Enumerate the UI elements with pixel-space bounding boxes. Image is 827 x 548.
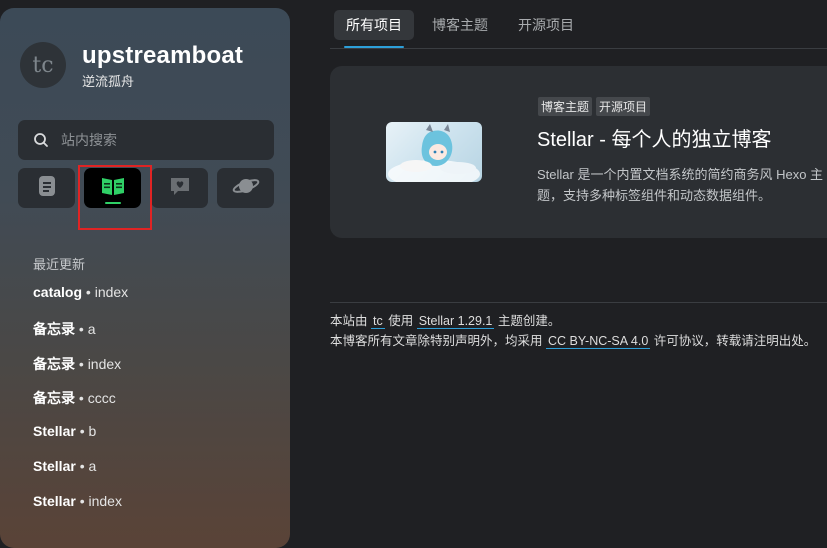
nav-button-posts[interactable] [18, 168, 75, 208]
recent-updates-heading: 最近更新 [33, 257, 86, 272]
list-item[interactable]: catalog • index [33, 284, 128, 319]
tab-open-source[interactable]: 开源项目 [506, 10, 586, 40]
list-item[interactable]: 备忘录 • cccc [33, 388, 128, 423]
sidebar: tc upstreamboat 逆流孤舟 最近更新 catalog • inde… [0, 8, 290, 548]
site-title[interactable]: upstreamboat [82, 42, 243, 70]
project-card[interactable]: 博客主题 开源项目 Stellar - 每个人的独立博客 Stellar 是一个… [330, 66, 827, 238]
footer-divider [330, 302, 827, 303]
planet-icon [232, 174, 260, 203]
list-item[interactable]: Stellar • b [33, 423, 128, 458]
tab-all-projects[interactable]: 所有项目 [334, 10, 414, 48]
site-subtitle: 逆流孤舟 [82, 74, 135, 89]
project-tags: 博客主题 开源项目 [538, 97, 651, 116]
search-icon [33, 131, 51, 149]
search-box[interactable] [18, 120, 274, 160]
author-link[interactable]: tc [371, 314, 385, 329]
tab-divider [330, 48, 827, 49]
tag[interactable]: 博客主题 [538, 97, 593, 116]
search-input[interactable] [59, 131, 263, 149]
project-thumbnail[interactable] [386, 122, 482, 182]
selection-highlight [78, 165, 152, 230]
list-item[interactable]: 备忘录 • a [33, 319, 128, 354]
footer-line-1: 本站由 tc 使用 Stellar 1.29.1 主题创建。 [330, 314, 561, 329]
project-title[interactable]: Stellar - 每个人的独立博客 [537, 123, 771, 152]
avatar[interactable]: tc [20, 42, 66, 88]
license-link[interactable]: CC BY-NC-SA 4.0 [546, 334, 651, 349]
tab-blog-themes[interactable]: 博客主题 [420, 10, 500, 40]
list-item[interactable]: Stellar • a [33, 458, 128, 493]
project-description: Stellar 是一个内置文档系统的简约商务风 Hexo 主题，支持多种标签组件… [537, 167, 824, 203]
heart-chat-icon [168, 174, 192, 203]
project-tabs: 所有项目 博客主题 开源项目 [334, 10, 592, 48]
recent-updates-list: catalog • index 备忘录 • a 备忘录 • index 备忘录 … [33, 284, 128, 528]
list-item[interactable]: Stellar • index [33, 493, 128, 528]
nav-button-friends[interactable] [151, 168, 208, 208]
footer: 本站由 tc 使用 Stellar 1.29.1 主题创建。 本博客所有文章除特… [330, 311, 816, 351]
nav-button-explore[interactable] [217, 168, 274, 208]
list-item[interactable]: 备忘录 • index [33, 354, 128, 389]
tag[interactable]: 开源项目 [596, 97, 651, 116]
theme-link[interactable]: Stellar 1.29.1 [416, 314, 495, 329]
footer-line-2: 本博客所有文章除特别声明外，均采用 CC BY-NC-SA 4.0 许可协议，转… [330, 334, 817, 349]
document-icon [36, 174, 58, 203]
